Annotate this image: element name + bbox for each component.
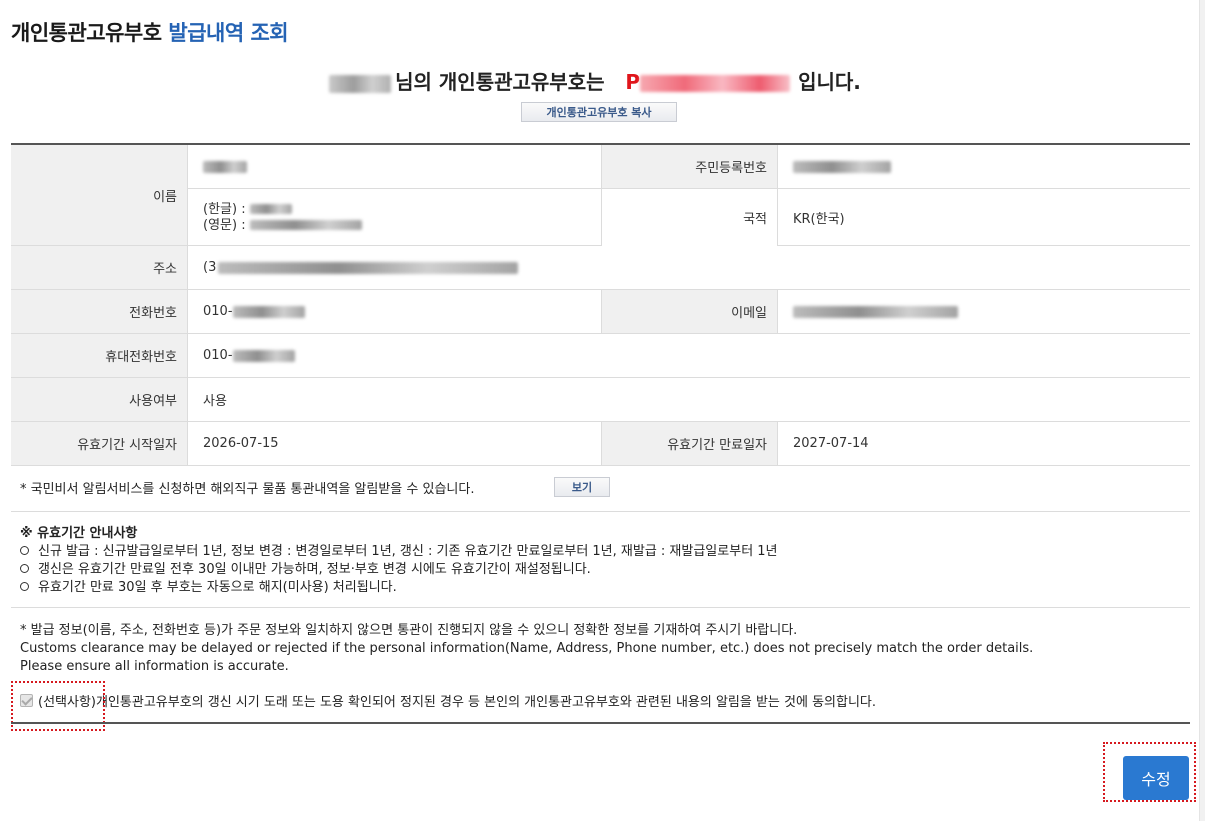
warning-english-2: Please ensure all information is accurat… xyxy=(20,659,289,674)
statement-part-1: 님의 개인통관고유부호는 xyxy=(395,70,605,94)
redacted-mobile xyxy=(232,349,295,362)
view-button[interactable]: 보기 xyxy=(554,477,610,497)
validity-guide-item: 신규 발급 : 신규발급일로부터 1년, 정보 변경 : 변경일로부터 1년, … xyxy=(20,543,778,561)
email-label: 이메일 xyxy=(601,290,777,333)
issue-info-table: 이름 주민등록번호 (한글) : (영문) : 국적 KR(한국) 주소 (3 … xyxy=(11,143,1190,466)
usage-label: 사용여부 xyxy=(11,378,187,421)
issued-code-statement: 님의 개인통관고유부호는 P 입니다. xyxy=(0,66,1190,95)
mobile-label: 휴대전화번호 xyxy=(11,334,187,377)
valid-end-label: 유효기간 만료일자 xyxy=(601,422,777,465)
validity-guide-item: 갱신은 유효기간 만료일 전후 30일 이내만 가능하며, 정보·부호 변경 시… xyxy=(20,561,778,579)
name-detail: (한글) : (영문) : xyxy=(187,189,601,246)
table-row-name: 이름 주민등록번호 (한글) : (영문) : 국적 KR(한국) xyxy=(11,145,1190,246)
page-scrollbar[interactable] xyxy=(1199,0,1205,821)
section-divider xyxy=(11,607,1190,608)
address-prefix: (3 xyxy=(203,260,217,275)
nationality-label: 국적 xyxy=(601,189,777,246)
rrn-label: 주민등록번호 xyxy=(601,145,777,189)
table-row-validity: 유효기간 시작일자 2026-07-15 유효기간 만료일자 2027-07-1… xyxy=(11,422,1190,466)
korean-name-label: (한글) : xyxy=(203,201,246,217)
table-row-address: 주소 (3 xyxy=(11,246,1190,290)
circle-bullet-icon xyxy=(20,546,29,555)
alarm-service-notice: * 국민비서 알림서비스를 신청하면 해외직구 물품 통관내역을 알림받을 수 … xyxy=(11,465,1190,512)
page-title-accent: 발급내역 조회 xyxy=(168,21,289,45)
notification-consent[interactable]: (선택사항)개인통관고유부호의 갱신 시기 도래 또는 도용 확인되어 정지된 … xyxy=(20,691,876,710)
nationality-value: KR(한국) xyxy=(777,189,1190,246)
valid-start-value: 2026-07-15 xyxy=(187,422,601,465)
warning-english-1: Customs clearance may be delayed or reje… xyxy=(20,641,1034,656)
valid-start-label: 유효기간 시작일자 xyxy=(11,422,187,465)
consent-checkbox[interactable] xyxy=(20,694,33,707)
rrn-value xyxy=(777,145,1190,189)
alarm-service-text: * 국민비서 알림서비스를 신청하면 해외직구 물품 통관내역을 알림받을 수 … xyxy=(20,482,475,497)
redacted-name xyxy=(329,74,392,93)
redacted-rrn xyxy=(793,160,891,173)
table-row-usage: 사용여부 사용 xyxy=(11,378,1190,422)
email-value xyxy=(777,290,1190,333)
validity-guide-heading: ※ 유효기간 안내사항 xyxy=(20,526,138,541)
redacted-korean-name xyxy=(249,204,292,214)
validity-guide-item-text: 유효기간 만료 30일 후 부호는 자동으로 해지(미사용) 처리됩니다. xyxy=(38,580,397,595)
edit-button[interactable]: 수정 xyxy=(1123,756,1189,800)
name-value xyxy=(187,145,601,189)
statement-part-2: 입니다. xyxy=(798,70,861,94)
circle-bullet-icon xyxy=(20,564,29,573)
table-row-phone: 전화번호 010- 이메일 xyxy=(11,290,1190,334)
address-label: 주소 xyxy=(11,246,187,289)
redacted-customs-code xyxy=(640,75,791,92)
page-title-main: 개인통관고유부호 xyxy=(11,21,162,45)
circle-bullet-icon xyxy=(20,582,29,591)
redacted-email xyxy=(793,305,958,318)
phone-value: 010- xyxy=(187,290,601,333)
usage-value: 사용 xyxy=(187,378,1190,421)
warning-korean: * 발급 정보(이름, 주소, 전화번호 등)가 주문 정보와 일치하지 않으면… xyxy=(20,623,798,638)
name-label: 이름 xyxy=(11,145,187,245)
consent-label: (선택사항)개인통관고유부호의 갱신 시기 도래 또는 도용 확인되어 정지된 … xyxy=(38,695,877,710)
redacted-name-value xyxy=(203,160,247,173)
redacted-address xyxy=(218,261,519,274)
customs-code-prefix: P xyxy=(625,70,641,94)
english-name-label: (영문) : xyxy=(203,217,246,233)
validity-guide: ※ 유효기간 안내사항 신규 발급 : 신규발급일로부터 1년, 정보 변경 :… xyxy=(20,525,778,597)
phone-prefix: 010- xyxy=(203,304,233,319)
redacted-phone xyxy=(232,305,305,318)
validity-guide-item: 유효기간 만료 30일 후 부호는 자동으로 해지(미사용) 처리됩니다. xyxy=(20,579,778,597)
phone-label: 전화번호 xyxy=(11,290,187,333)
page-title: 개인통관고유부호 발급내역 조회 xyxy=(11,17,289,47)
accuracy-warning: * 발급 정보(이름, 주소, 전화번호 등)가 주문 정보와 일치하지 않으면… xyxy=(20,622,1033,676)
validity-guide-item-text: 갱신은 유효기간 만료일 전후 30일 이내만 가능하며, 정보·부호 변경 시… xyxy=(38,562,591,577)
mobile-value: 010- xyxy=(187,334,1190,377)
bottom-divider xyxy=(11,722,1190,724)
validity-guide-item-text: 신규 발급 : 신규발급일로부터 1년, 정보 변경 : 변경일로부터 1년, … xyxy=(38,544,778,559)
table-row-mobile: 휴대전화번호 010- xyxy=(11,334,1190,378)
copy-code-button[interactable]: 개인통관고유부호 복사 xyxy=(521,102,677,122)
redacted-english-name xyxy=(249,220,362,230)
valid-end-value: 2027-07-14 xyxy=(777,422,1190,465)
mobile-prefix: 010- xyxy=(203,348,233,363)
address-value: (3 xyxy=(187,246,1190,289)
